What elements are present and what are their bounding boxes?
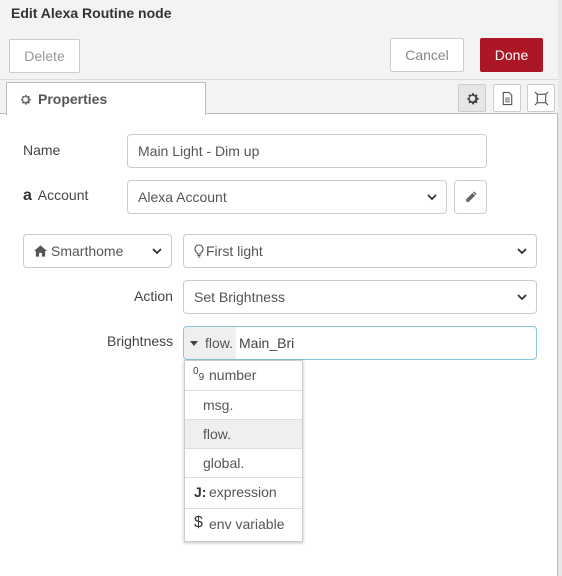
edit-account-button[interactable]: [454, 180, 487, 214]
document-icon: [502, 91, 513, 106]
brightness-typed-input: flow. Main_Bri: [183, 326, 537, 360]
chevron-down-icon: [427, 194, 437, 201]
action-select[interactable]: Set Brightness: [183, 280, 537, 314]
cancel-button[interactable]: Cancel: [390, 38, 464, 72]
chevron-down-icon: [517, 248, 527, 255]
home-icon: [34, 245, 47, 257]
menu-item-env[interactable]: $ env variable: [185, 509, 302, 541]
smarthome-select-value: Smarthome: [51, 243, 124, 259]
menu-item-label: env variable: [209, 516, 285, 532]
tab-properties-label: Properties: [38, 91, 108, 107]
scrollbar[interactable]: [558, 0, 562, 576]
tab-bar: Properties: [0, 80, 558, 115]
pencil-icon: [466, 191, 477, 202]
type-select-button[interactable]: flow.: [184, 327, 236, 359]
menu-item-global[interactable]: global.: [185, 449, 302, 478]
smarthome-select[interactable]: Smarthome: [23, 234, 172, 268]
brightness-input[interactable]: Main_Bri: [239, 335, 294, 351]
node-description-button[interactable]: [493, 84, 521, 112]
delete-button[interactable]: Delete: [9, 39, 80, 73]
chevron-down-icon: [517, 294, 527, 301]
name-input[interactable]: Main Light - Dim up: [127, 134, 487, 168]
gear-icon: [467, 93, 479, 105]
tray-header: Edit Alexa Routine node Delete Cancel Do…: [0, 0, 558, 80]
menu-item-label: number: [209, 367, 257, 383]
menu-item-label: flow.: [203, 426, 232, 442]
device-select-value: First light: [206, 243, 263, 259]
lightbulb-icon: [194, 244, 204, 258]
jsonata-icon: J:: [194, 484, 207, 500]
caret-down-icon: [190, 341, 198, 346]
account-select-value: Alexa Account: [138, 189, 227, 205]
gear-icon: [19, 93, 32, 109]
menu-item-label: expression: [209, 484, 277, 500]
node-appearance-button[interactable]: [527, 84, 555, 112]
account-label: Account: [37, 187, 89, 203]
account-select[interactable]: Alexa Account: [127, 180, 447, 214]
menu-item-msg[interactable]: msg.: [185, 391, 302, 420]
done-button[interactable]: Done: [480, 38, 543, 72]
number-icon: 09: [193, 366, 205, 383]
menu-item-number[interactable]: 09 number: [185, 361, 302, 391]
menu-item-label: msg.: [203, 397, 234, 413]
tab-properties[interactable]: Properties: [6, 82, 206, 115]
action-label: Action: [134, 288, 173, 304]
device-select[interactable]: First light: [183, 234, 537, 268]
node-settings-button[interactable]: [458, 84, 486, 112]
chevron-down-icon: [152, 248, 162, 255]
menu-item-expression[interactable]: J: expression: [185, 478, 302, 509]
amazon-icon: a: [23, 187, 32, 204]
menu-item-flow[interactable]: flow.: [185, 420, 302, 449]
name-label: Name: [23, 142, 61, 158]
account-label-row: a Account: [23, 187, 88, 205]
dollar-icon: $: [194, 514, 203, 531]
menu-item-label: global.: [203, 455, 245, 471]
type-prefix: flow.: [205, 335, 234, 351]
edit-tray: Edit Alexa Routine node Delete Cancel Do…: [0, 0, 558, 576]
type-menu: 09 number msg. flow. global. J: expressi…: [184, 360, 303, 542]
tray-title: Edit Alexa Routine node: [11, 5, 172, 21]
brightness-label: Brightness: [107, 333, 174, 349]
action-select-value: Set Brightness: [194, 289, 286, 305]
appearance-icon: [534, 91, 549, 106]
